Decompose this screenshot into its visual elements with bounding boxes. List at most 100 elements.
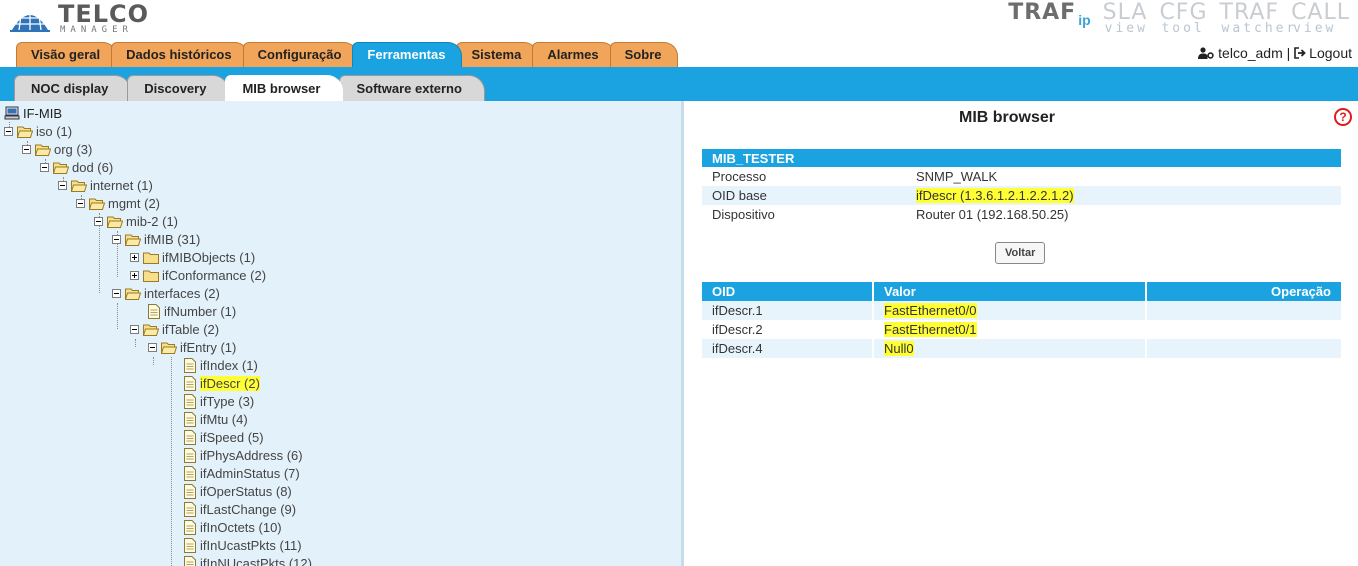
table-row[interactable]: ifDescr.1 FastEthernet0/0 [702,301,1341,320]
product-slaview[interactable]: SLA view [1103,0,1148,40]
tab-discovery[interactable]: Discovery [127,75,230,101]
tab-noc-display[interactable]: NOC display [14,75,132,101]
tab-configuracao[interactable]: Configuração [242,42,359,67]
tree-node-iflastchange[interactable]: ifLastChange (9) [184,501,296,519]
tab-software-externo[interactable]: Software externo [339,75,485,101]
tree-node-ifinnucastpkts[interactable]: ifInNUcastPkts (12) [184,555,312,566]
tree-node-label: ifConformance (2) [162,268,267,283]
process-info-table: MIB_TESTER Processo SNMP_WALK OID base i… [702,149,1341,224]
tree-node-ifentry[interactable]: ifEntry (1) [148,339,236,357]
collapse-toggle[interactable] [94,217,103,226]
document-icon [184,412,196,427]
tab-visao-geral[interactable]: Visão geral [16,42,118,67]
document-icon [184,520,196,535]
collapse-toggle[interactable] [112,289,121,298]
tree-connector [117,303,118,329]
tab-sobre[interactable]: Sobre [609,42,679,67]
collapse-toggle[interactable] [148,343,157,352]
folder-open-icon [161,342,177,354]
product-sub: tool [1161,21,1205,36]
logout-link[interactable]: Logout [1294,45,1352,61]
globe-logo-icon [10,6,50,32]
tree-node-ifindex[interactable]: ifIndex (1) [184,357,258,375]
tree-node-ifinucastpkts[interactable]: ifInUcastPkts (11) [184,537,302,555]
folder-open-icon [107,216,123,228]
product-trafwatcher[interactable]: TRAF watcher [1220,0,1295,40]
product-callview[interactable]: CALL view [1291,0,1350,40]
tree-node-ifmib[interactable]: ifMIB (31) [112,231,200,249]
info-value-highlighted: ifDescr (1.3.6.1.2.1.2.2.1.2) [916,188,1074,203]
column-header-oid[interactable]: OID [702,282,874,301]
tree-node-label: ifMtu (4) [200,412,248,427]
mib-tree-panel[interactable]: IF-MIB iso (1) org (3) dod (6) internet … [0,101,684,566]
operation-cell [1147,301,1341,320]
tree-node-ifphysaddress[interactable]: ifPhysAddress (6) [184,447,303,465]
product-sub: view [1293,21,1337,36]
voltar-button[interactable]: Voltar [995,242,1046,264]
tab-mib-browser[interactable]: MIB browser [225,75,344,101]
expand-toggle[interactable] [130,253,139,262]
product-sub: view [1104,21,1148,36]
collapse-toggle[interactable] [58,181,67,190]
tree-node-label: ifAdminStatus (7) [200,466,300,481]
tree-node-iftable[interactable]: ifTable (2) [130,321,219,339]
product-badge: ip [1078,12,1091,28]
table-row[interactable]: ifDescr.2 FastEthernet0/1 [702,320,1341,339]
tree-node-org[interactable]: org (3) [22,141,92,159]
value-text: Null0 [884,341,914,356]
tree-node-ifmtu[interactable]: ifMtu (4) [184,411,248,429]
tree-node-interfaces[interactable]: interfaces (2) [112,285,220,303]
mib-browser-content: MIB browser ? MIB_TESTER Processo SNMP_W… [687,101,1358,566]
user-gear-icon [1198,47,1214,59]
tree-node-ifmibobjects[interactable]: ifMIBObjects (1) [130,249,255,267]
product-cfgtool[interactable]: CFG tool [1159,0,1207,40]
tree-node-dod[interactable]: dod (6) [40,159,113,177]
username[interactable]: telco_adm [1218,45,1283,61]
collapse-toggle[interactable] [112,235,121,244]
tree-connector [135,339,136,347]
tree-node-mib-2[interactable]: mib-2 (1) [94,213,178,231]
tree-node-iftype[interactable]: ifType (3) [184,393,254,411]
product-trafip[interactable]: TRAF ip [1008,0,1090,40]
collapse-toggle[interactable] [76,199,85,208]
collapse-toggle[interactable] [4,127,13,136]
tree-node-ifspeed[interactable]: ifSpeed (5) [184,429,264,447]
table-row: OID base ifDescr (1.3.6.1.2.1.2.2.1.2) [702,186,1341,205]
tree-node-ifinoctets[interactable]: ifInOctets (10) [184,519,282,537]
tab-ferramentas[interactable]: Ferramentas [352,42,463,67]
tree-node-ifdescr[interactable]: ifDescr (2) [184,375,260,393]
tree-node-label: internet (1) [90,178,153,193]
tab-alarmes[interactable]: Alarmes [532,42,616,67]
tree-node-ifconformance[interactable]: ifConformance (2) [130,267,266,285]
tree-node-ifadminstatus[interactable]: ifAdminStatus (7) [184,465,300,483]
tree-node-label: mib-2 (1) [126,214,179,229]
expand-toggle[interactable] [130,271,139,280]
tree-node-label: dod (6) [72,160,114,175]
logout-label: Logout [1309,45,1352,61]
folder-open-icon [35,144,51,156]
document-icon [184,556,196,566]
tree-root[interactable]: IF-MIB [4,106,62,122]
tree-node-ifoperstatus[interactable]: ifOperStatus (8) [184,483,292,501]
collapse-toggle[interactable] [22,145,31,154]
main-tabs: Visão geral Dados históricos Configuraçã… [16,42,679,67]
collapse-toggle[interactable] [40,163,49,172]
tree-node-iso[interactable]: iso (1) [4,123,72,141]
document-icon [184,358,196,373]
tree-node-mgmt[interactable]: mgmt (2) [76,195,160,213]
tree-node-label: ifNumber (1) [164,304,237,319]
collapse-toggle[interactable] [130,325,139,334]
help-icon[interactable]: ? [1334,108,1352,126]
table-row[interactable]: ifDescr.4 Null0 [702,339,1341,358]
tree-node-internet[interactable]: internet (1) [58,177,153,195]
tree-node-ifnumber[interactable]: ifNumber (1) [148,303,236,321]
tab-sistema[interactable]: Sistema [456,42,539,67]
folder-icon [143,252,159,264]
operation-cell [1147,320,1341,339]
tree-node-label: ifTable (2) [162,322,220,337]
telco-manager-logo[interactable]: TELCO MANAGER [8,0,158,38]
tab-dados-historicos[interactable]: Dados históricos [111,42,249,67]
sub-nav: NOC display Discovery MIB browser Softwa… [0,67,1358,101]
column-header-valor[interactable]: Valor [874,282,1147,301]
column-header-operacao[interactable]: Operação [1147,282,1341,301]
